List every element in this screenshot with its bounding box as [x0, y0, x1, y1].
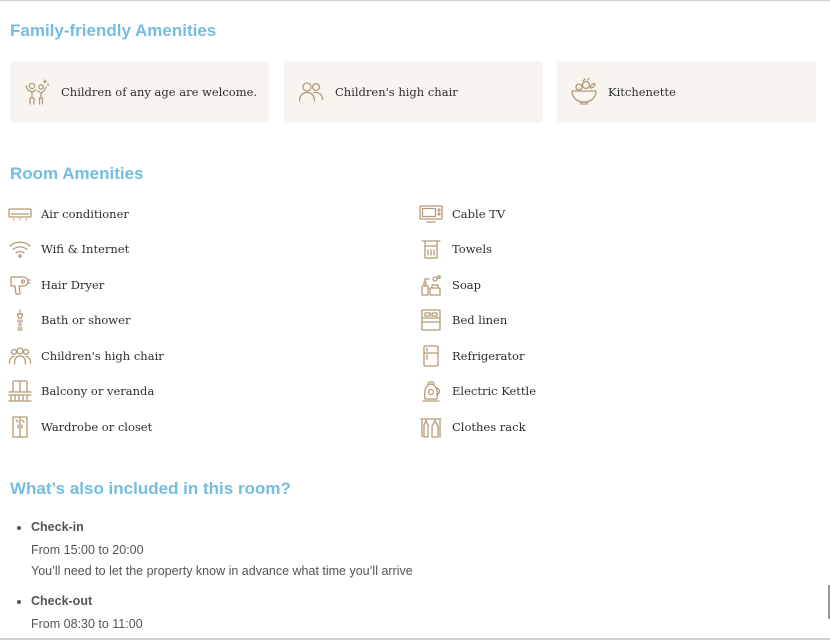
amenity-label: Clothes rack — [452, 420, 526, 434]
amenity-label: Bath or shower — [41, 313, 131, 327]
included-item-check-in: Check-in From 15:00 to 20:00 You’ll need… — [17, 519, 413, 582]
wifi-icon — [8, 238, 32, 260]
amenity-wardrobe: Wardrobe or closet — [8, 415, 152, 439]
amenity-bed-linen: Bed linen — [419, 308, 507, 332]
clothes-rack-icon — [419, 416, 443, 438]
people-icon — [296, 77, 326, 107]
kettle-icon — [419, 380, 443, 402]
balcony-icon — [8, 380, 32, 402]
amenity-refrigerator: Refrigerator — [419, 344, 524, 368]
family-card-kitchenette: Kitchenette — [557, 61, 816, 123]
people-icon — [8, 345, 32, 367]
bed-linen-icon — [419, 309, 443, 331]
bullet — [17, 526, 21, 530]
amenity-label: Cable TV — [452, 207, 506, 221]
bullet — [17, 600, 21, 604]
amenity-hair-dryer: Hair Dryer — [8, 273, 104, 297]
amenity-towels: Towels — [419, 237, 492, 261]
soap-icon — [419, 274, 443, 296]
family-card-high-chair: Children's high chair — [284, 61, 543, 123]
amenity-balcony: Balcony or veranda — [8, 379, 154, 403]
amenity-label: Balcony or veranda — [41, 384, 155, 398]
amenity-label: Soap — [452, 278, 482, 292]
included-item-name: Check-in — [31, 520, 84, 534]
amenity-label: Refrigerator — [452, 349, 525, 363]
included-item-detail: From 08:30 to 11:00 — [31, 617, 143, 631]
amenity-label: Hair Dryer — [41, 278, 105, 292]
amenity-label: Children's high chair — [41, 349, 164, 363]
family-card-label: Children of any age are welcome. — [61, 85, 258, 99]
amenity-label: Electric Kettle — [452, 384, 537, 398]
towel-icon — [419, 238, 443, 260]
air-conditioner-icon — [8, 203, 32, 225]
amenity-clothes-rack: Clothes rack — [419, 415, 526, 439]
hair-dryer-icon — [8, 274, 32, 296]
children-icon — [22, 77, 52, 107]
included-item-check-out: Check-out From 08:30 to 11:00 — [17, 593, 413, 635]
tv-icon — [419, 203, 443, 225]
kitchen-bowl-icon — [569, 77, 599, 107]
amenity-label: Bed linen — [452, 313, 508, 327]
amenity-bath-shower: Bath or shower — [8, 308, 130, 332]
amenity-label: Air conditioner — [41, 207, 129, 221]
top-border — [0, 0, 830, 1]
amenity-high-chair: Children's high chair — [8, 344, 164, 368]
amenity-label: Wifi & Internet — [41, 242, 130, 256]
shower-icon — [8, 309, 32, 331]
amenity-wifi: Wifi & Internet — [8, 237, 129, 261]
room-amenities-title: Room Amenities — [10, 164, 144, 183]
family-card-label: Children's high chair — [335, 85, 458, 99]
amenity-label: Towels — [452, 242, 492, 256]
amenity-air-conditioner: Air conditioner — [8, 202, 129, 226]
family-card-label: Kitchenette — [608, 85, 676, 99]
family-amenities-title: Family-friendly Amenities — [10, 21, 217, 40]
amenity-electric-kettle: Electric Kettle — [419, 379, 536, 403]
amenity-label: Wardrobe or closet — [41, 420, 153, 434]
wardrobe-icon — [8, 416, 32, 438]
family-card-children-welcome: Children of any age are welcome. — [10, 61, 269, 123]
included-item-name: Check-out — [31, 594, 93, 608]
included-list: Check-in From 15:00 to 20:00 You’ll need… — [17, 519, 413, 635]
refrigerator-icon — [419, 345, 443, 367]
included-title: What’s also included in this room? — [10, 479, 291, 498]
included-item-detail: You’ll need to let the property know in … — [31, 564, 413, 578]
amenity-cable-tv: Cable TV — [419, 202, 505, 226]
included-item-detail: From 15:00 to 20:00 — [31, 543, 144, 557]
amenity-soap: Soap — [419, 273, 481, 297]
